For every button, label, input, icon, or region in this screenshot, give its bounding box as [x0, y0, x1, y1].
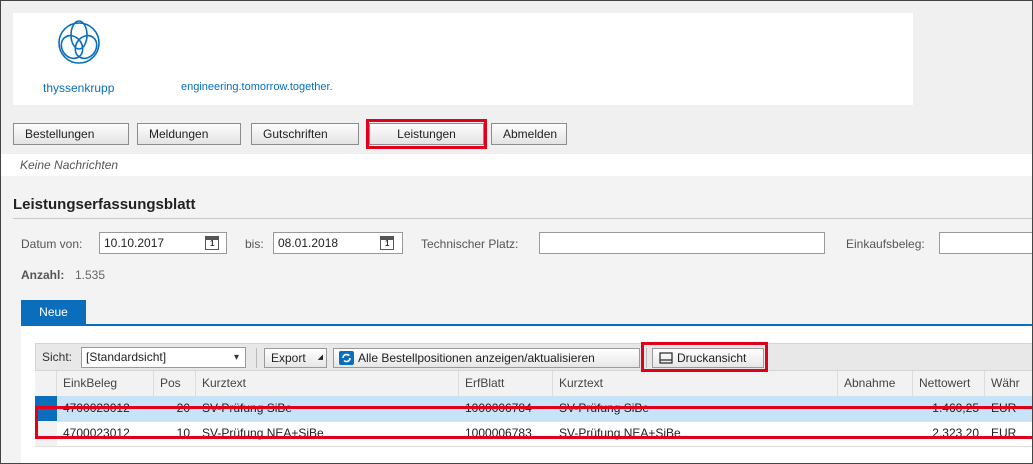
print-view-label: Druckansicht	[677, 351, 747, 365]
toolbar-separator	[256, 348, 257, 368]
table-header: EinkBeleg Pos Kurztext ErfBlatt Kurztext…	[35, 371, 1032, 397]
column-header-abnahme[interactable]: Abnahme	[838, 371, 913, 396]
export-label: Export	[271, 351, 306, 365]
table-row[interactable]: 4700023012 20 SV-Prüfung SiBe 1000006784…	[35, 396, 1032, 422]
grid-toolbar: Sicht: [Standardsicht] ▾ Export ◢ Alle B…	[35, 343, 1032, 371]
refresh-label: Alle Bestellpositionen anzeigen/aktualis…	[358, 351, 595, 365]
app-window: thyssenkrupp engineering.tomorrow.togeth…	[0, 0, 1033, 464]
cell-kurztext-2: SV-Prüfung NEA+SiBe	[559, 426, 681, 440]
refresh-positions-button[interactable]: Alle Bestellpositionen anzeigen/aktualis…	[333, 348, 640, 368]
nav-leistungen-button[interactable]: Leistungen	[369, 123, 484, 145]
nav-bestellungen-button[interactable]: Bestellungen	[13, 123, 129, 145]
technical-place-field[interactable]	[539, 232, 825, 254]
print-view-button[interactable]: Druckansicht	[652, 348, 764, 368]
purchase-doc-label: Einkaufsbeleg:	[846, 237, 925, 251]
row-selector[interactable]	[35, 396, 57, 421]
brand-tagline: engineering.tomorrow.together.	[181, 81, 333, 93]
column-header-kurztext-2[interactable]: Kurztext	[553, 371, 838, 396]
column-header-kurztext[interactable]: Kurztext	[196, 371, 459, 396]
view-select-value: [Standardsicht]	[86, 350, 167, 364]
column-header-nettowert[interactable]: Nettowert	[913, 371, 985, 396]
message-bar: Keine Nachrichten	[1, 154, 1032, 177]
view-label: Sicht:	[42, 350, 73, 364]
refresh-icon	[339, 351, 354, 365]
purchase-doc-field[interactable]	[939, 232, 1032, 254]
export-button[interactable]: Export ◢	[264, 348, 327, 368]
cell-kurztext: SV-Prüfung NEA+SiBe	[202, 426, 324, 440]
cell-kurztext-2: SV-Prüfung SiBe	[559, 401, 650, 415]
header: thyssenkrupp engineering.tomorrow.togeth…	[1, 1, 1032, 114]
nav-gutschriften-button[interactable]: Gutschriften	[251, 123, 359, 145]
thyssenkrupp-logo-icon	[58, 20, 100, 64]
dropdown-corner-icon: ◢	[317, 354, 323, 361]
cell-abnahme	[838, 421, 913, 446]
count-label: Anzahl:	[21, 268, 65, 282]
nav-abmelden-button[interactable]: Abmelden	[491, 123, 567, 145]
title-divider	[13, 218, 1032, 219]
column-header-waehrung[interactable]: Währ	[985, 371, 1032, 396]
page-title: Leistungserfassungsblatt	[13, 196, 196, 213]
chevron-down-icon: ▾	[233, 352, 239, 363]
date-from-label: Datum von:	[21, 237, 83, 251]
table-row[interactable]: 4700023012 10 SV-Prüfung NEA+SiBe 100000…	[35, 421, 1032, 447]
nav-meldungen-button[interactable]: Meldungen	[137, 123, 241, 145]
cell-kurztext: SV-Prüfung SiBe	[202, 401, 293, 415]
message-text: Keine Nachrichten	[20, 158, 119, 172]
calendar-icon[interactable]: 1	[205, 236, 219, 250]
column-header-pos[interactable]: Pos	[154, 371, 196, 396]
technical-place-label: Technischer Platz:	[421, 237, 519, 251]
cell-waehrung: EUR	[991, 426, 1017, 440]
row-selector[interactable]	[35, 421, 57, 446]
date-to-label: bis:	[245, 237, 264, 251]
cell-nettowert: 1.460,25	[932, 401, 979, 415]
cell-pos: 20	[176, 401, 190, 415]
column-header-erfblatt[interactable]: ErfBlatt	[459, 371, 553, 396]
cell-waehrung: EUR	[991, 401, 1017, 415]
calendar-icon[interactable]: 1	[380, 236, 394, 250]
print-icon	[659, 352, 673, 364]
brand-banner: thyssenkrupp engineering.tomorrow.togeth…	[13, 13, 913, 105]
toolbar-separator	[646, 348, 647, 368]
view-select[interactable]: [Standardsicht] ▾	[81, 347, 246, 368]
count-value: 1.535	[75, 268, 106, 282]
row-selector-header	[35, 371, 57, 396]
cell-nettowert: 2.323,20	[932, 426, 979, 440]
cell-einkbeleg: 4700023012	[63, 426, 130, 440]
cell-einkbeleg: 4700023012	[63, 401, 130, 415]
cell-erfblatt: 1000006784	[465, 401, 532, 415]
cell-abnahme	[838, 396, 913, 421]
results-panel: Sicht: [Standardsicht] ▾ Export ◢ Alle B…	[21, 324, 1032, 463]
brand-name: thyssenkrupp	[43, 81, 115, 95]
main-navigation: Bestellungen Meldungen Gutschriften Leis…	[1, 114, 1032, 154]
column-header-einkbeleg[interactable]: EinkBeleg	[57, 371, 154, 396]
main-content: Leistungserfassungsblatt Datum von: 10.1…	[1, 176, 1032, 463]
cell-pos: 10	[176, 426, 190, 440]
cell-erfblatt: 1000006783	[465, 426, 532, 440]
tab-neue[interactable]: Neue	[21, 300, 86, 324]
